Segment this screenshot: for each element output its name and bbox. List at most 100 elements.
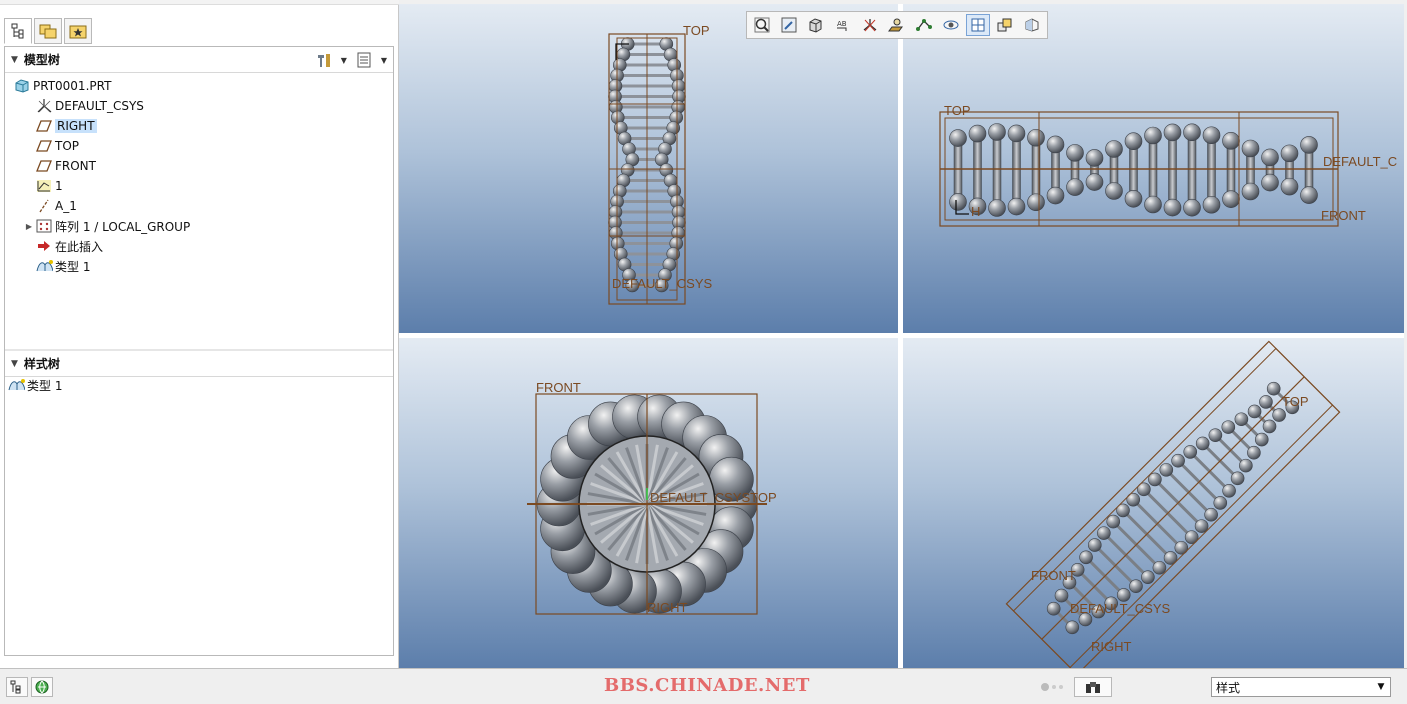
watermark-text: BBS.CHINADE.NET: [604, 675, 810, 696]
tree-item[interactable]: DEFAULT_CSYS: [5, 96, 393, 116]
rung-shape: [1012, 133, 1021, 207]
sphere-shape: [1300, 186, 1318, 204]
navigator-toggle-icon: [10, 680, 21, 694]
sphere-shape: [1087, 538, 1102, 552]
expand-arrow-icon[interactable]: ▶: [23, 222, 35, 231]
sphere-shape: [1085, 173, 1104, 191]
sphere-shape: [1202, 195, 1221, 214]
datum-label-right: RIGHT: [647, 600, 688, 615]
chevron-down-icon[interactable]: ▼: [341, 56, 347, 65]
tree-item[interactable]: 1: [5, 176, 393, 196]
point-display-button[interactable]: [912, 14, 936, 36]
model-tree-tab[interactable]: [4, 18, 32, 44]
sphere-shape: [1152, 560, 1167, 575]
selection-filter-value: 样式: [1216, 680, 1241, 695]
tree-item-label: 阵列 1 / LOCAL_GROUP: [55, 219, 191, 234]
repaint-button[interactable]: [777, 14, 801, 36]
model-tree-header[interactable]: ▼ 模型树 ▼ ▼: [5, 47, 393, 73]
tree-item[interactable]: 类型 1: [5, 375, 393, 395]
sphere-shape: [1148, 472, 1162, 487]
sphere-shape: [1116, 588, 1131, 602]
sphere-shape: [1079, 550, 1093, 565]
sphere-shape: [1195, 436, 1210, 451]
rung-shape: [1168, 132, 1177, 208]
tree-item-label: DEFAULT_CSYS: [55, 99, 144, 113]
tree-item[interactable]: 类型 1: [5, 256, 393, 276]
navigator-top-strip: [0, 0, 399, 5]
collapse-triangle-icon[interactable]: ▼: [11, 359, 18, 369]
view-manager-button[interactable]: [966, 14, 990, 36]
tree-item[interactable]: A_1: [5, 196, 393, 216]
layers-button[interactable]: [1020, 14, 1044, 36]
display-style-button[interactable]: [804, 14, 828, 36]
tree-item-label: 类型 1: [27, 378, 63, 393]
sphere-shape: [1183, 123, 1201, 142]
tree-show-icon[interactable]: [355, 51, 373, 69]
toggle-navigator-button[interactable]: [6, 677, 28, 697]
browser-toggle-button[interactable]: [31, 677, 53, 697]
tree-item[interactable]: PRT0001.PRT: [5, 76, 393, 96]
sphere-shape: [1204, 507, 1218, 522]
navigator-content: ▼ 模型树 ▼ ▼ PRT0001.PRT DEFAULT_CSYS RIGHT TO…: [4, 46, 394, 656]
tree-item[interactable]: 在此插入: [5, 236, 393, 256]
tree-item-label: 类型 1: [55, 259, 91, 274]
refit-button[interactable]: [750, 14, 774, 36]
refit-icon: [754, 17, 770, 33]
sphere-shape: [1222, 190, 1240, 208]
viewport-bottom-right[interactable]: TOP FRONT DEFAULT_CSYS RIGHT: [903, 338, 1404, 668]
progress-dots-icon: [1040, 681, 1068, 693]
find-button[interactable]: [1074, 677, 1112, 697]
model-tree-tools: ▼ ▼: [315, 51, 387, 69]
sphere-shape: [1046, 186, 1065, 205]
sphere-shape: [1261, 148, 1279, 167]
sphere-shape: [1066, 178, 1084, 196]
binoculars-icon: [1086, 682, 1100, 693]
sphere-shape: [1254, 432, 1269, 447]
spin-center-button[interactable]: [939, 14, 963, 36]
sphere-shape: [1027, 128, 1045, 147]
sphere-shape: [1163, 123, 1182, 142]
datum-plane-icon: [35, 138, 53, 154]
tree-item[interactable]: ▶ 阵列 1 / LOCAL_GROUP: [5, 216, 393, 236]
style-tree-title: 样式树: [23, 357, 60, 371]
viewport-top-left[interactable]: TOP DEFAULT_CSYS: [399, 4, 898, 333]
viewport-splitter-horizontal[interactable]: [399, 333, 1404, 338]
model-tree-title: 模型树: [23, 53, 60, 67]
tree-item[interactable]: RIGHT: [5, 116, 393, 136]
sphere-shape: [1105, 140, 1123, 158]
style-tree-header[interactable]: ▼ 样式树: [5, 351, 393, 377]
viewport-bottom-left[interactable]: FRONT DEFAULT_CSYSTOP RIGHT: [399, 338, 898, 668]
viewport-top-right[interactable]: TOP FRONT DEFAULT_C H: [903, 4, 1404, 333]
datum-outline: [1005, 340, 1341, 668]
sphere-shape: [1280, 144, 1299, 163]
pattern-icon: [35, 218, 53, 234]
spin-center-icon: [943, 20, 959, 30]
csys-display-button[interactable]: [858, 14, 882, 36]
plane-display-button[interactable]: [885, 14, 909, 36]
insert-here-icon: [35, 238, 53, 254]
annotation-display-button[interactable]: AB: [831, 14, 855, 36]
datum-plane-icon: [35, 158, 53, 174]
part-icon: [13, 78, 31, 94]
layers-icon: [1025, 18, 1039, 32]
selection-filter-select[interactable]: 样式 ▼: [1211, 677, 1391, 697]
sphere-shape: [949, 193, 967, 211]
collapse-triangle-icon[interactable]: ▼: [11, 55, 18, 65]
chevron-down-icon[interactable]: ▼: [1372, 678, 1390, 696]
datum-label-csys: DEFAULT_C: [1323, 154, 1398, 169]
sphere-shape: [1124, 189, 1143, 208]
favorites-tab[interactable]: [64, 18, 92, 44]
sphere-shape: [1247, 445, 1261, 460]
rung-shape: [1207, 135, 1216, 205]
datum-label-top: TOP: [944, 103, 971, 118]
saved-views-button[interactable]: [993, 14, 1017, 36]
tree-item[interactable]: TOP: [5, 136, 393, 156]
datum-label-front: FRONT: [536, 380, 581, 395]
folder-browser-tab[interactable]: [34, 18, 62, 44]
tree-settings-icon[interactable]: [315, 51, 333, 69]
tree-item[interactable]: FRONT: [5, 156, 393, 176]
axis-icon: [35, 198, 53, 214]
chevron-down-icon[interactable]: ▼: [381, 56, 387, 65]
isometric-view-graphics: [1005, 340, 1341, 668]
tree-item-label: RIGHT: [55, 119, 97, 133]
